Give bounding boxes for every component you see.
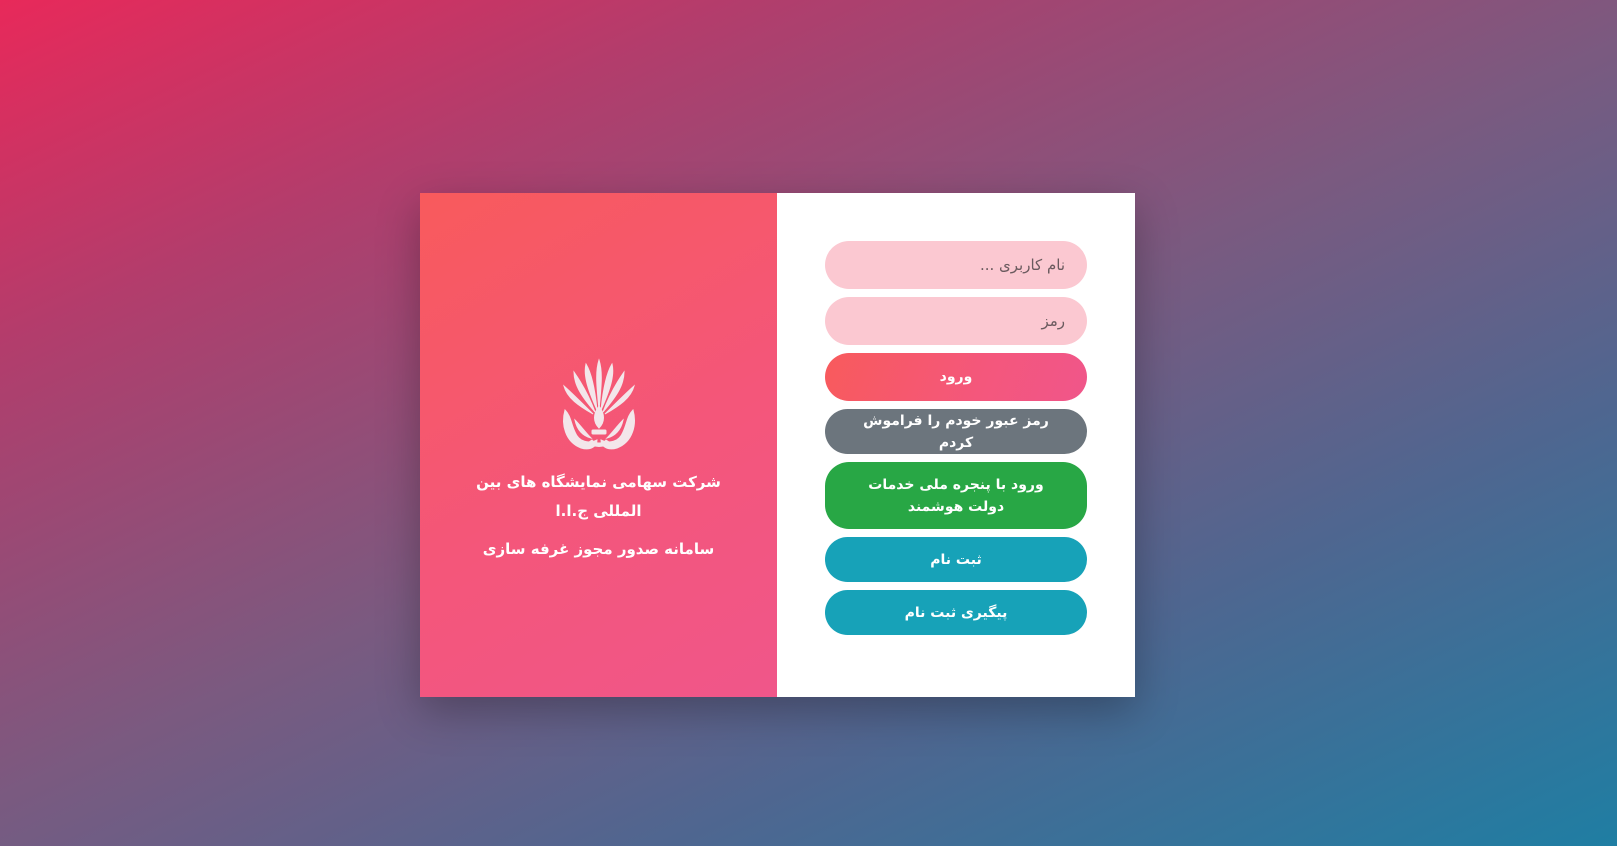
company-name: شرکت سهامی نمایشگاه های بین المللی ج.ا.ا xyxy=(476,473,721,520)
forgot-password-button[interactable]: رمز عبور خودم را فراموش کردم xyxy=(825,409,1087,454)
login-button[interactable]: ورود xyxy=(825,353,1087,401)
login-form: ورود رمز عبور خودم را فراموش کردم ورود ب… xyxy=(777,193,1135,697)
ifexco-flower-logo-icon xyxy=(562,358,635,450)
brand-panel: شرکت سهامی نمایشگاه های بین المللی ج.ا.ا… xyxy=(420,193,777,697)
login-card: شرکت سهامی نمایشگاه های بین المللی ج.ا.ا… xyxy=(420,193,1135,697)
register-button[interactable]: ثبت نام xyxy=(825,537,1087,582)
system-name: سامانه صدور مجوز غرفه سازی xyxy=(482,540,715,558)
password-input[interactable] xyxy=(825,297,1087,345)
username-input[interactable] xyxy=(825,241,1087,289)
track-registration-button[interactable]: پیگیری ثبت نام xyxy=(825,590,1087,635)
gov-window-login-button[interactable]: ورود با پنجره ملی خدمات دولت هوشمند xyxy=(825,462,1087,529)
